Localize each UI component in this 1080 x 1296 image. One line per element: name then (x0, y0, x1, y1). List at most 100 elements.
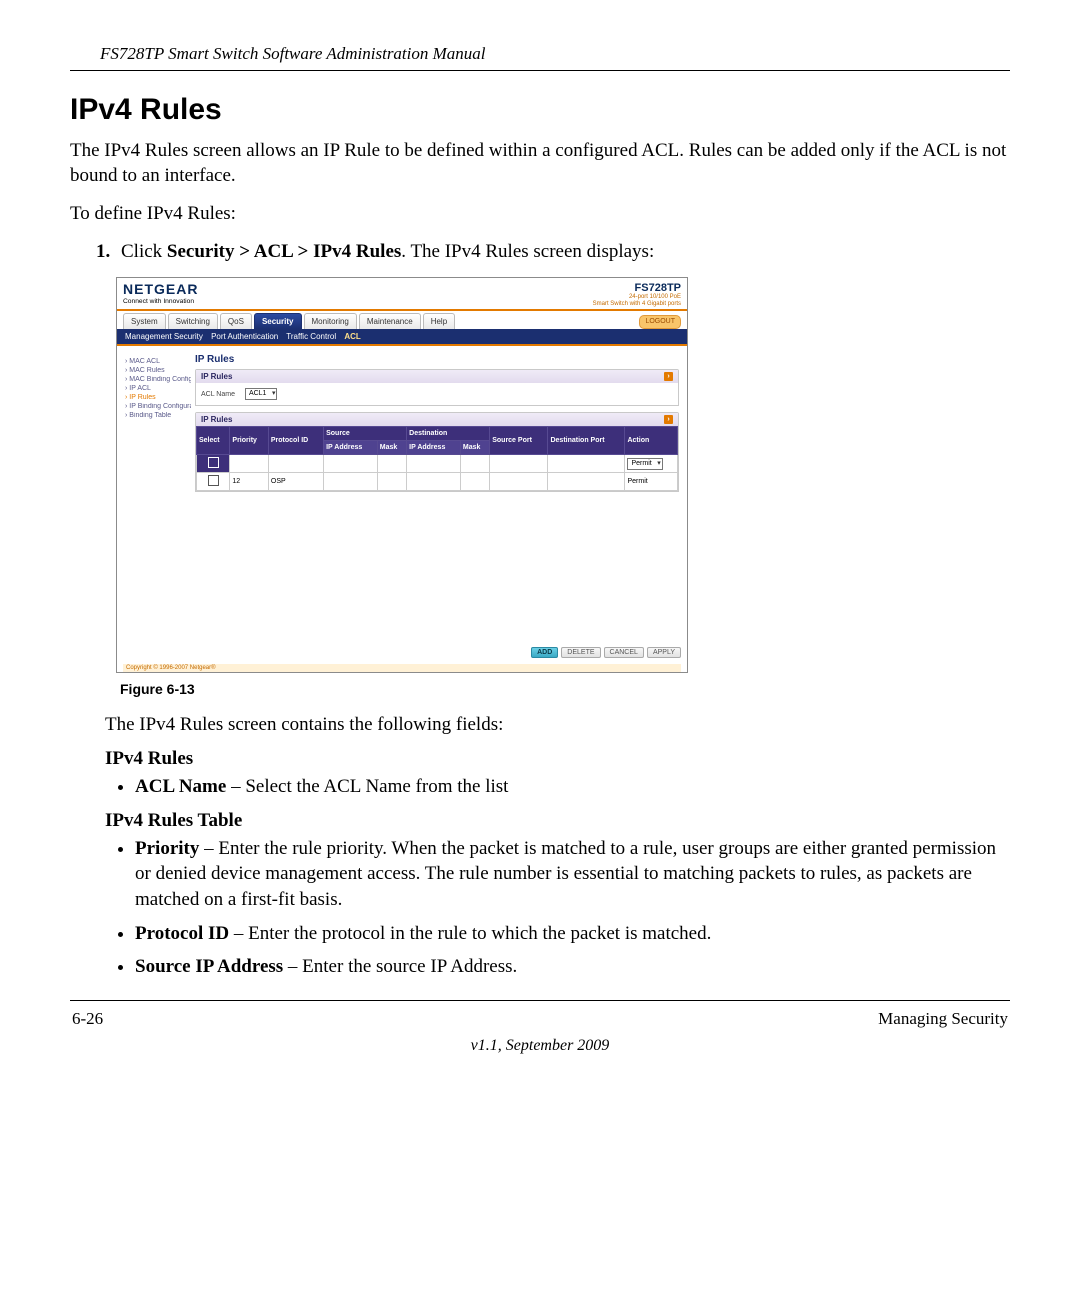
model-line2: Smart Switch with 4 Gigabit ports (593, 301, 681, 307)
th-dstport: Destination Port (548, 427, 625, 455)
input-action[interactable]: Permit (625, 455, 678, 473)
row-action: Permit (625, 473, 678, 491)
sidebar-item-ip-acl[interactable]: › IP ACL (125, 385, 191, 392)
section-title: IPv4 Rules (70, 93, 1010, 127)
th-action: Action (625, 427, 678, 455)
tab-system[interactable]: System (123, 313, 166, 329)
row-src-ip (324, 473, 378, 491)
subtab-mgmt-security[interactable]: Management Security (125, 332, 203, 341)
acl-name-label: ACL Name (201, 391, 235, 398)
th-source: Source (324, 427, 407, 441)
tab-monitoring[interactable]: Monitoring (304, 313, 357, 329)
list-item: Source IP Address – Enter the source IP … (135, 954, 1010, 980)
desc-priority: – Enter the rule priority. When the pack… (135, 838, 996, 910)
panel-main-title: IP Rules (195, 354, 679, 365)
select-all-checkbox[interactable] (197, 455, 230, 473)
input-protocol[interactable] (268, 455, 323, 473)
input-src-port[interactable] (490, 455, 548, 473)
main-tabs: System Switching QoS Security Monitoring… (117, 311, 687, 329)
subtab-acl[interactable]: ACL (344, 332, 360, 341)
th-dst-ip: IP Address (407, 441, 461, 455)
footer-version: v1.1, September 2009 (70, 1037, 1010, 1055)
term-source-ip: Source IP Address (135, 956, 283, 977)
sidebar-item-mac-rules[interactable]: › MAC Rules (125, 367, 191, 374)
table-row: 12 OSP Permit (197, 473, 678, 491)
th-select: Select (197, 427, 230, 455)
delete-button[interactable]: DELETE (561, 647, 600, 658)
collapse-icon-2[interactable]: › (664, 415, 673, 424)
subtab-port-auth[interactable]: Port Authentication (211, 332, 278, 341)
tab-maintenance[interactable]: Maintenance (359, 313, 421, 329)
table-input-row: Permit (197, 455, 678, 473)
step-1: Click Security > ACL > IPv4 Rules. The I… (115, 241, 1010, 263)
row-protocol: OSP (268, 473, 323, 491)
subtab-traffic-control[interactable]: Traffic Control (286, 332, 336, 341)
list-item: Protocol ID – Enter the protocol in the … (135, 921, 1010, 947)
term-priority: Priority (135, 838, 199, 859)
logout-button[interactable]: LOGOUT (639, 315, 681, 329)
term-protocol-id: Protocol ID (135, 923, 229, 944)
tab-qos[interactable]: QoS (220, 313, 252, 329)
th-dst-mask: Mask (460, 441, 489, 455)
sidebar-item-mac-acl[interactable]: › MAC ACL (125, 358, 191, 365)
footer-section: Managing Security (878, 1009, 1008, 1029)
rules-table: Select Priority Protocol ID Source Desti… (196, 426, 678, 491)
sidebar-item-ip-rules[interactable]: › IP Rules (125, 394, 191, 401)
panel1-title: IP Rules (201, 372, 232, 381)
panel-rules-table: IP Rules › Select Priority Protocol ID S… (195, 412, 679, 492)
panel-acl-select: IP Rules › ACL Name ACL1 (195, 369, 679, 406)
tab-switching[interactable]: Switching (168, 313, 218, 329)
input-dst-mask[interactable] (460, 455, 489, 473)
brand-tagline: Connect with Innovation (123, 298, 194, 305)
acl-name-select[interactable]: ACL1 (245, 388, 278, 400)
to-define-line: To define IPv4 Rules: (70, 202, 1010, 227)
sub-tabs-row: Management Security Port Authentication … (117, 329, 687, 344)
list-item: ACL Name – Select the ACL Name from the … (135, 774, 1010, 800)
th-destination: Destination (407, 427, 490, 441)
row-dst-mask (460, 473, 489, 491)
after-figure-text: The IPv4 Rules screen contains the follo… (105, 713, 1010, 738)
tab-help[interactable]: Help (423, 313, 455, 329)
footer-page: 6-26 (72, 1009, 103, 1029)
collapse-icon[interactable]: › (664, 372, 673, 381)
step-1-suffix: . The IPv4 Rules screen displays: (401, 241, 654, 262)
sidebar-item-binding-table[interactable]: › Binding Table (125, 412, 191, 419)
th-src-ip: IP Address (324, 441, 378, 455)
term-acl-name: ACL Name (135, 776, 226, 797)
input-src-ip[interactable] (324, 455, 378, 473)
list-item: Priority – Enter the rule priority. When… (135, 836, 1010, 913)
footer-rule (70, 1000, 1010, 1001)
tab-security[interactable]: Security (254, 313, 302, 329)
apply-button[interactable]: APPLY (647, 647, 681, 658)
cancel-button[interactable]: CANCEL (604, 647, 644, 658)
model-line1: 24-port 10/100 PoE (629, 294, 681, 300)
sidebar-item-mac-binding[interactable]: › MAC Binding Configuration (125, 376, 191, 383)
sidebar: › MAC ACL › MAC Rules › MAC Binding Conf… (125, 356, 191, 421)
intro-paragraph: The IPv4 Rules screen allows an IP Rule … (70, 139, 1010, 188)
desc-acl-name: – Select the ACL Name from the list (226, 776, 508, 797)
row-dst-port (548, 473, 625, 491)
th-protocol: Protocol ID (268, 427, 323, 455)
input-src-mask[interactable] (377, 455, 406, 473)
desc-protocol-id: – Enter the protocol in the rule to whic… (229, 923, 711, 944)
input-priority[interactable] (230, 455, 268, 473)
model-number: FS728TP (593, 282, 681, 294)
sidebar-item-ip-binding[interactable]: › IP Binding Configuration (125, 403, 191, 410)
group1-title: IPv4 Rules (105, 748, 1010, 770)
row-checkbox[interactable] (197, 473, 230, 491)
brand-logo: NETGEAR (123, 282, 198, 296)
doc-header: FS728TP Smart Switch Software Administra… (70, 40, 1010, 70)
input-dst-port[interactable] (548, 455, 625, 473)
th-srcport: Source Port (490, 427, 548, 455)
th-src-mask: Mask (377, 441, 406, 455)
th-priority: Priority (230, 427, 268, 455)
panel2-title: IP Rules (201, 415, 232, 424)
step-1-prefix: Click (121, 241, 167, 262)
step-1-path: Security > ACL > IPv4 Rules (167, 241, 401, 262)
input-dst-ip[interactable] (407, 455, 461, 473)
action-bar: ADD DELETE CANCEL APPLY (531, 647, 681, 658)
add-button[interactable]: ADD (531, 647, 558, 658)
row-src-mask (377, 473, 406, 491)
desc-source-ip: – Enter the source IP Address. (283, 956, 517, 977)
row-priority: 12 (230, 473, 268, 491)
